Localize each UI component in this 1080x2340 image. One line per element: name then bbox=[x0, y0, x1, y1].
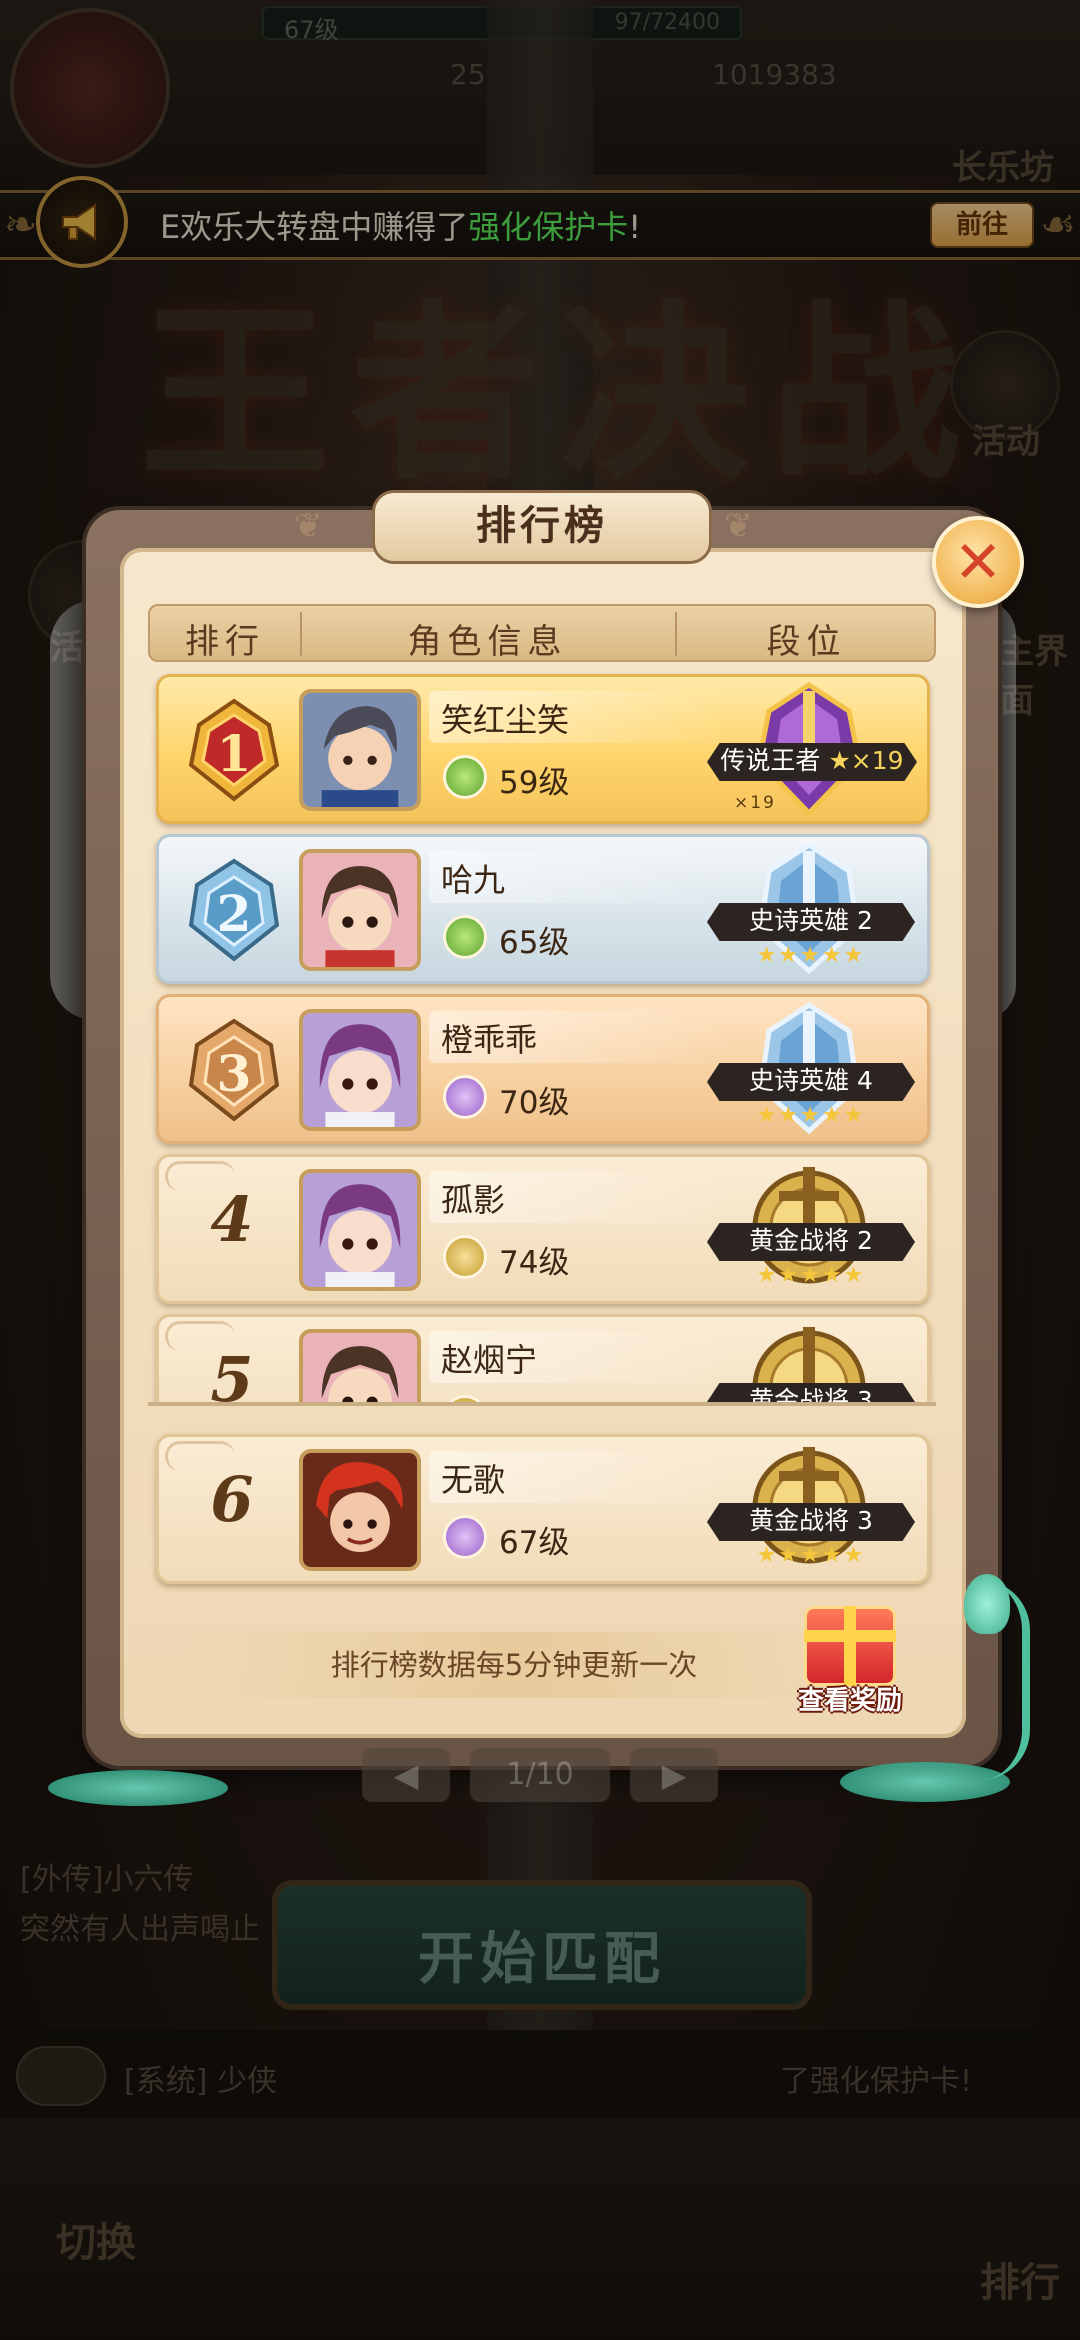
player-portrait[interactable] bbox=[299, 1169, 421, 1291]
title-scroll-left-deco: ❦ bbox=[294, 506, 323, 546]
rank-number: 5 bbox=[210, 1343, 254, 1406]
tier-label: 黄金战将 3 bbox=[707, 1383, 915, 1402]
player-avatar[interactable] bbox=[10, 8, 170, 168]
tier-stars: ★★★★★ bbox=[756, 1103, 866, 1128]
next-page-button[interactable]: ▶ bbox=[630, 1748, 718, 1802]
tier-stars: ★★★★★ bbox=[756, 1543, 866, 1568]
rank-1-medal-icon: 1 bbox=[188, 698, 280, 802]
side-label-shop[interactable]: 长乐坊 bbox=[952, 140, 1054, 189]
currency-2-value: 1019383 bbox=[712, 58, 837, 91]
view-rewards-label: 查看奖励 bbox=[797, 1686, 902, 1716]
gift-ribbon bbox=[844, 1606, 856, 1686]
tier-label: 史诗英雄 4 bbox=[707, 1063, 915, 1101]
clan-emblem-icon bbox=[443, 1075, 487, 1119]
player-portrait[interactable] bbox=[299, 849, 421, 971]
player-name: 哈九 bbox=[441, 861, 506, 899]
jade-lotus-bud-decoration bbox=[964, 1574, 1010, 1634]
tier-label: 黄金战将 2 bbox=[707, 1223, 915, 1261]
rank-number: 6 bbox=[210, 1463, 254, 1536]
mode-title-art: 王者决战 bbox=[140, 282, 981, 505]
player-level-text: 67级 bbox=[284, 16, 339, 44]
player-portrait[interactable] bbox=[299, 689, 421, 811]
ranking-button[interactable]: 排行 bbox=[980, 2250, 1060, 2308]
story-title[interactable]: [外传]小六传 bbox=[20, 1854, 193, 1898]
pager: ◀ 1/10 ▶ bbox=[362, 1748, 718, 1802]
player-name: 笑红尘笑 bbox=[441, 701, 570, 739]
player-portrait[interactable] bbox=[299, 1009, 421, 1131]
title-scroll-right-deco: ❦ bbox=[724, 506, 753, 546]
clan-emblem-icon bbox=[443, 915, 487, 959]
side-label-activity-right[interactable]: 活动 bbox=[972, 414, 1040, 463]
svg-text:3: 3 bbox=[217, 1044, 252, 1103]
player-name: 无歌 bbox=[441, 1461, 506, 1499]
tier-stars: ★★★★★ bbox=[756, 943, 866, 968]
player-level: 70级 bbox=[499, 1085, 570, 1121]
start-match-button[interactable]: 开始匹配 bbox=[272, 1880, 812, 2010]
story-text: 突然有人出声喝止 bbox=[20, 1912, 260, 1947]
leaderboard-row[interactable]: 1 笑红尘笑 59级 传说王者 ★×19 ×19 bbox=[156, 674, 930, 824]
tier-label: 黄金战将 3 bbox=[707, 1503, 915, 1541]
leaderboard-row[interactable]: 3 橙乖乖 70级 史诗英雄 4 ★★★★★ bbox=[156, 994, 930, 1144]
rank-2-medal-icon: 2 bbox=[188, 858, 280, 962]
update-note: 排行榜数据每5分钟更新一次 bbox=[186, 1632, 842, 1698]
prev-page-button[interactable]: ◀ bbox=[362, 1748, 450, 1802]
own-rank-row-container: 6 无歌 67级 黄金战将 3 ★★★★★ bbox=[148, 1430, 936, 1590]
leaderboard-header: 排行 角色信息 段位 bbox=[148, 604, 936, 662]
marquee-message: E欢乐大转盘中赚得了强化保护卡! bbox=[160, 202, 641, 248]
goto-button[interactable]: 前往 bbox=[930, 202, 1034, 248]
close-icon: ✕ bbox=[953, 528, 1003, 596]
tier-sub-count: ×19 bbox=[734, 793, 776, 813]
tier-label: 史诗英雄 2 bbox=[707, 903, 915, 941]
marquee-suffix: ! bbox=[628, 208, 642, 246]
marquee-scroll-right-deco: ☙ bbox=[1040, 202, 1076, 248]
player-name: 孤影 bbox=[441, 1181, 506, 1219]
clan-emblem-icon bbox=[443, 755, 487, 799]
marquee-prefix: E欢乐大转盘中赚得了 bbox=[160, 208, 469, 246]
clan-emblem-icon bbox=[443, 1235, 487, 1279]
leaderboard-list[interactable]: 1 笑红尘笑 59级 传说王者 ★×19 ×19 2 哈九 65级 史诗英雄 2… bbox=[148, 668, 936, 1406]
page-indicator: 1/10 bbox=[470, 1748, 610, 1802]
header-role-info: 角色信息 bbox=[407, 622, 568, 662]
player-portrait[interactable] bbox=[299, 1329, 421, 1402]
rank-3-medal-icon: 3 bbox=[188, 1018, 280, 1122]
chat-bubble-icon[interactable] bbox=[16, 2046, 106, 2106]
leaderboard-row[interactable]: 4 孤影 74级 黄金战将 2 ★★★★★ bbox=[156, 1154, 930, 1304]
system-chat-tail: 了强化保护卡! bbox=[780, 2064, 973, 2099]
tier-star-count: ★×19 bbox=[828, 746, 904, 775]
tier-stars: ★★★★★ bbox=[756, 1263, 866, 1288]
leaderboard-title: 排行榜 bbox=[372, 490, 712, 564]
header-rank: 排行 bbox=[185, 622, 265, 662]
megaphone-icon bbox=[36, 176, 128, 268]
svg-text:2: 2 bbox=[217, 884, 252, 943]
player-name: 橙乖乖 bbox=[441, 1021, 538, 1059]
player-level: 74级 bbox=[499, 1245, 570, 1281]
player-portrait[interactable] bbox=[299, 1449, 421, 1571]
view-rewards-button[interactable]: 查看奖励 bbox=[786, 1600, 914, 1720]
player-level: 59级 bbox=[499, 765, 570, 801]
player-level: 65级 bbox=[499, 925, 570, 961]
marquee-highlight: 强化保护卡 bbox=[468, 208, 629, 246]
jade-cloud-decoration-left bbox=[48, 1770, 228, 1806]
player-level: 67级 bbox=[499, 1525, 570, 1561]
player-name: 赵烟宁 bbox=[441, 1341, 538, 1379]
close-button[interactable]: ✕ bbox=[932, 516, 1024, 608]
own-rank-row[interactable]: 6 无歌 67级 黄金战将 3 ★★★★★ bbox=[156, 1434, 930, 1584]
leaderboard-row[interactable]: 5 赵烟宁 黄金战将 3 bbox=[156, 1314, 930, 1406]
switch-button[interactable]: 切换 bbox=[56, 2210, 136, 2268]
leaderboard-row[interactable]: 2 哈九 65级 史诗英雄 2 ★★★★★ bbox=[156, 834, 930, 984]
start-match-label: 开始匹配 bbox=[418, 1927, 666, 1992]
player-exp-text: 97/72400 bbox=[614, 10, 720, 35]
currency-1-value: 25 bbox=[450, 58, 486, 91]
tier-name: 传说王者 bbox=[720, 746, 821, 775]
svg-text:1: 1 bbox=[217, 724, 252, 783]
rank-number: 4 bbox=[210, 1183, 254, 1256]
header-tier: 段位 bbox=[766, 622, 847, 662]
clan-emblem-icon bbox=[443, 1515, 487, 1559]
gift-ribbon bbox=[804, 1630, 896, 1642]
tier-label: 传说王者 ★×19 bbox=[707, 743, 917, 781]
system-chat-text: [系统] 少侠 bbox=[124, 2064, 277, 2099]
clan-emblem-icon bbox=[443, 1395, 487, 1402]
